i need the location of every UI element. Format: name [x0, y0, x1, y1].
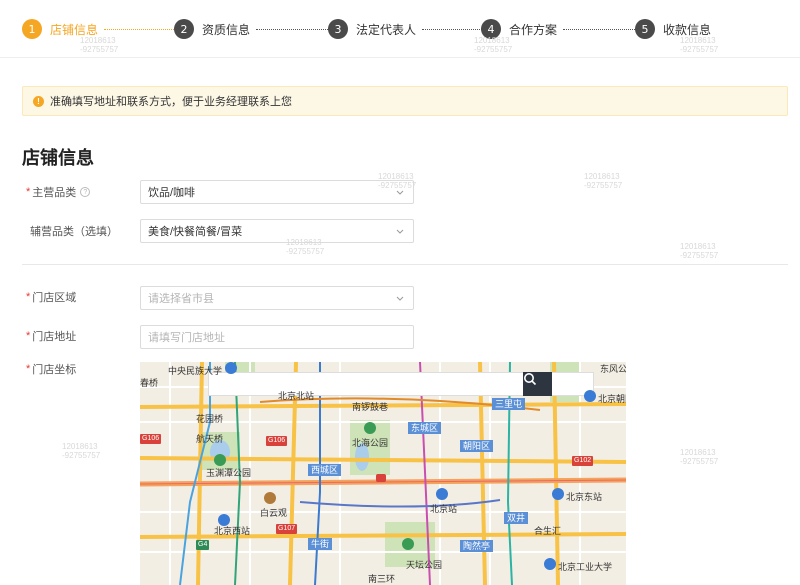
train-station-icon [552, 488, 564, 500]
main-category-select[interactable]: 饮品/咖啡 [140, 180, 414, 204]
road-shield: G102 [572, 456, 594, 466]
step-number: 5 [635, 19, 655, 39]
map-label: 北京北站 [278, 391, 315, 401]
map-label: 南锣鼓巷 [352, 402, 389, 412]
map-label: 北京朝阳站 [598, 394, 626, 404]
watermark: 12018613 -92755757 [80, 36, 119, 54]
map-label: 北海公园 [352, 438, 389, 448]
chevron-down-icon [396, 229, 404, 234]
map-label: 花园桥 [196, 414, 224, 424]
park-icon [214, 454, 226, 466]
map-label: 东风公 [600, 364, 626, 374]
map-label: 航天桥 [196, 434, 224, 444]
required-mark: * [26, 291, 31, 303]
input-placeholder: 请填写门店地址 [148, 332, 225, 344]
step-qualification[interactable]: 2 资质信息 [174, 19, 333, 39]
train-station-icon [436, 488, 448, 500]
road-shield: G106 [266, 436, 288, 446]
map-poi-icon [225, 362, 237, 374]
sub-category-label: 辅营品类（选填） [30, 220, 118, 242]
required-mark: * [26, 186, 31, 198]
park-icon [402, 538, 414, 550]
main-category-label: * 主营品类 ? [26, 181, 91, 203]
district-tag: 双井 [504, 512, 529, 524]
address-input[interactable]: 请填写门店地址 [140, 325, 414, 349]
required-mark: * [26, 363, 31, 375]
region-label: * 门店区域 [26, 286, 76, 308]
park-icon [364, 422, 376, 434]
watermark: 12018613 -92755757 [378, 172, 417, 190]
road-shield: G107 [276, 524, 298, 534]
map-label: 中央民族大学 [168, 366, 223, 376]
watermark: 12018613 -92755757 [62, 442, 101, 460]
district-tag: 东城区 [408, 422, 442, 434]
district-tag: 西城区 [308, 464, 342, 476]
train-station-icon [584, 390, 596, 402]
required-mark: * [26, 330, 31, 342]
step-label: 收款信息 [663, 22, 712, 37]
map-label: 玉渊潭公园 [206, 468, 252, 478]
landmark-icon [376, 474, 386, 482]
temple-icon [264, 492, 276, 504]
help-icon[interactable]: ? [80, 187, 91, 197]
map-label: 北京东站 [566, 492, 603, 502]
step-label: 资质信息 [202, 22, 251, 37]
label-text: 主营品类 [32, 187, 77, 199]
notice-text: 准确填写地址和联系方式，便于业务经理联系上您 [50, 96, 292, 108]
sub-category-select[interactable]: 美食/快餐简餐/冒菜 [140, 219, 414, 243]
university-icon [544, 558, 556, 570]
chevron-down-icon [396, 296, 404, 301]
section-title: 店铺信息 [22, 148, 94, 168]
road-shield: G4 [196, 540, 210, 550]
watermark: 12018613 -92755757 [680, 242, 719, 260]
coords-label: * 门店坐标 [26, 358, 76, 380]
label-text: 辅营品类（选填） [30, 226, 118, 238]
select-value: 饮品/咖啡 [148, 187, 196, 199]
road-shield: G106 [140, 434, 162, 444]
label-text: 门店区域 [32, 292, 77, 304]
district-tag: 三里屯 [492, 398, 526, 410]
notice-bar: ! 准确填写地址和联系方式，便于业务经理联系上您 [22, 86, 788, 116]
divider [22, 264, 788, 265]
warning-icon: ! [33, 95, 44, 107]
step-connector [563, 28, 640, 30]
map-label: 北京西站 [214, 526, 251, 536]
step-label: 合作方案 [509, 22, 558, 37]
address-label: * 门店地址 [26, 325, 76, 347]
map-label: 天坛公园 [406, 560, 443, 570]
watermark: 12018613 -92755757 [286, 238, 325, 256]
select-value: 美食/快餐简餐/冒菜 [148, 226, 243, 238]
label-text: 门店地址 [32, 331, 77, 343]
watermark: 12018613 -92755757 [474, 36, 513, 54]
district-tag: 朝阳区 [460, 440, 494, 452]
district-tag: 牛街 [308, 538, 333, 550]
step-connector [256, 28, 333, 30]
map-label: 北京工业大学 [558, 562, 613, 572]
step-number: 1 [22, 19, 42, 39]
step-connector [104, 28, 177, 30]
step-number: 3 [328, 19, 348, 39]
step-label: 法定代表人 [356, 22, 417, 37]
search-icon [524, 373, 537, 386]
select-placeholder: 请选择省市县 [148, 293, 214, 305]
region-select[interactable]: 请选择省市县 [140, 286, 414, 310]
label-text: 门店坐标 [32, 364, 77, 376]
map-search-button[interactable] [523, 372, 552, 396]
step-legal-rep[interactable]: 3 法定代表人 [328, 19, 489, 39]
watermark: 12018613 -92755757 [584, 172, 623, 190]
map-label: 白云观 [260, 508, 288, 518]
watermark: 12018613 -92755757 [680, 448, 719, 466]
map-widget[interactable]: 中央民族大学 北京北站 南锣鼓巷 花园桥 航天桥 北海公园 东城区 朝阳区 西城… [140, 362, 626, 585]
step-label: 店铺信息 [50, 22, 99, 37]
step-number: 2 [174, 19, 194, 39]
map-label: 北京站 [430, 504, 458, 514]
district-tag: 陶然亭 [460, 540, 494, 552]
map-label: 春桥 [140, 378, 159, 388]
step-connector [422, 28, 489, 30]
map-label: 南三环 [368, 574, 396, 584]
watermark: 12018613 -92755757 [680, 36, 719, 54]
map-label: 合生汇 [534, 526, 562, 536]
